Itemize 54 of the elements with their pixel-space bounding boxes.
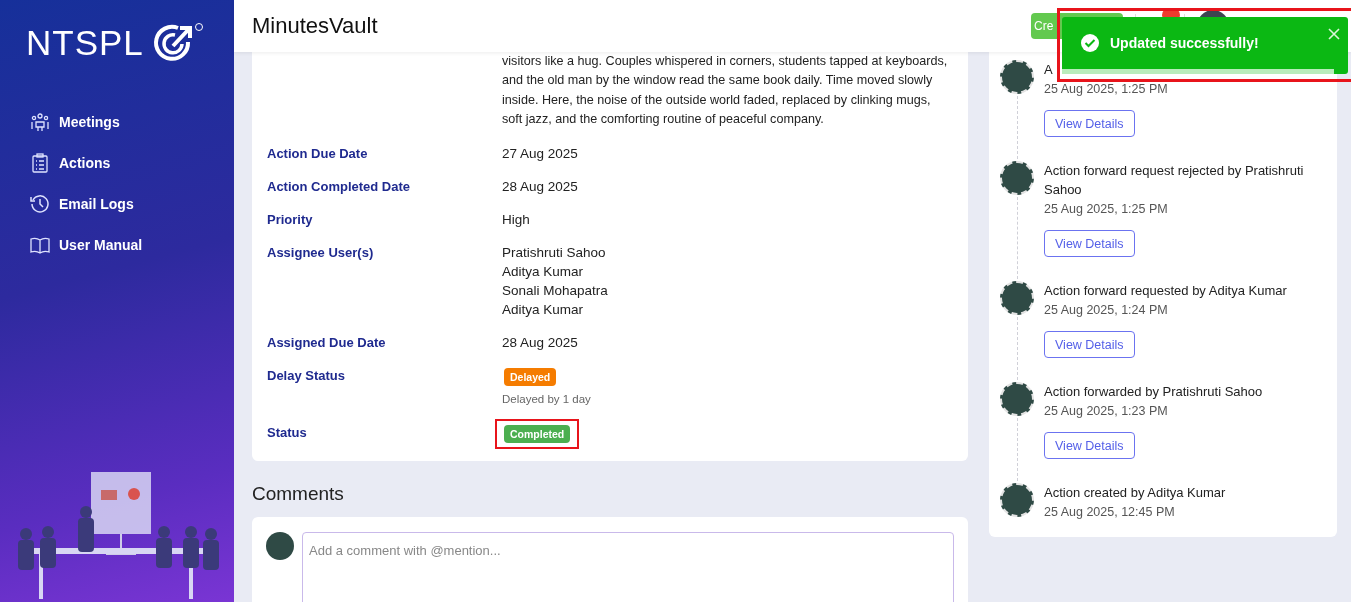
clipboard-icon — [30, 153, 50, 173]
activity-time: 25 Aug 2025, 1:24 PM — [1044, 303, 1168, 317]
view-details-button[interactable]: View Details — [1044, 432, 1135, 459]
nav-item[interactable]: User Manual — [30, 234, 143, 256]
nav-item[interactable]: Actions — [30, 152, 111, 174]
logo-text: NTSPL — [26, 23, 144, 63]
field-value: 28 Aug 2025 — [502, 177, 579, 196]
field-label: Priority — [267, 210, 314, 229]
field-value: 28 Aug 2025 — [502, 333, 579, 352]
toast-message: Updated successfully! — [1110, 34, 1260, 51]
activity-title: Action created by Aditya Kumar — [1044, 484, 1227, 502]
avatar-photo-placeholder — [1000, 281, 1034, 315]
section-title: Comments — [252, 482, 345, 505]
field-label: Assigned Due Date — [267, 333, 387, 352]
field-label: Status — [267, 423, 308, 442]
assignee-name: Aditya Kumar — [502, 262, 585, 281]
assignee-name: Aditya Kumar — [502, 300, 585, 319]
delay-note: Delayed by 1 day — [502, 391, 591, 407]
field-label: Delay Status — [267, 366, 347, 385]
activity-time: 25 Aug 2025, 1:25 PM — [1044, 202, 1168, 216]
avatar-photo-placeholder — [1000, 483, 1034, 517]
status-badge: Completed — [504, 424, 571, 443]
status-badge: Delayed — [504, 367, 557, 386]
close-icon[interactable] — [1328, 28, 1340, 40]
avatar-photo-placeholder — [1000, 382, 1034, 416]
nav-item[interactable]: Meetings — [30, 111, 120, 133]
page-title: MinutesVault — [252, 13, 378, 39]
activity-time: 25 Aug 2025, 1:25 PM — [1044, 82, 1168, 96]
field-label: Action Completed Date — [267, 177, 411, 196]
activity-title: A — [1044, 61, 1054, 79]
view-details-button[interactable]: View Details — [1044, 110, 1135, 137]
nav-item[interactable]: Email Logs — [30, 193, 134, 215]
field-value: 27 Aug 2025 — [502, 144, 579, 163]
history-icon — [30, 194, 50, 214]
field-label: Action Due Date — [267, 144, 369, 163]
check-circle-icon — [1080, 32, 1100, 53]
activity-title: Action forwarded by Pratishruti Sahoo — [1044, 383, 1264, 401]
view-details-button[interactable]: View Details — [1044, 230, 1135, 257]
open-book-icon — [30, 235, 50, 255]
avatar-photo-placeholder — [266, 531, 294, 560]
people-icon — [30, 112, 50, 132]
activity-time: 25 Aug 2025, 12:45 PM — [1044, 505, 1175, 519]
comment-field[interactable]: Add a comment with @mention... — [302, 531, 954, 602]
activity-title: Action forward request rejected by Pratishruti Sahoo — [1044, 162, 1305, 199]
view-details-button[interactable]: View Details — [1044, 331, 1135, 358]
activity-title: Action forward requested by Aditya Kumar — [1044, 282, 1288, 300]
avatar-photo-placeholder — [1000, 60, 1034, 94]
field-label: Assignee User(s) — [267, 243, 375, 262]
assignee-name: Sonali Mohapatra — [502, 281, 609, 300]
assignee-name: Pratishruti Sahoo — [502, 243, 607, 262]
description-text: visitors like a hug. Couples whispered in corners, students tapped at keyboards, and the old man by the window read the same book daily. Time moved slowly inside. Here, the noise of the outside world faded, replaced by clinking mugs, soft jazz, and the comforting routine of peaceful company. — [502, 53, 949, 129]
field-value: High — [502, 210, 531, 229]
activity-time: 25 Aug 2025, 1:23 PM — [1044, 404, 1168, 418]
avatar-photo-placeholder — [1000, 161, 1034, 195]
